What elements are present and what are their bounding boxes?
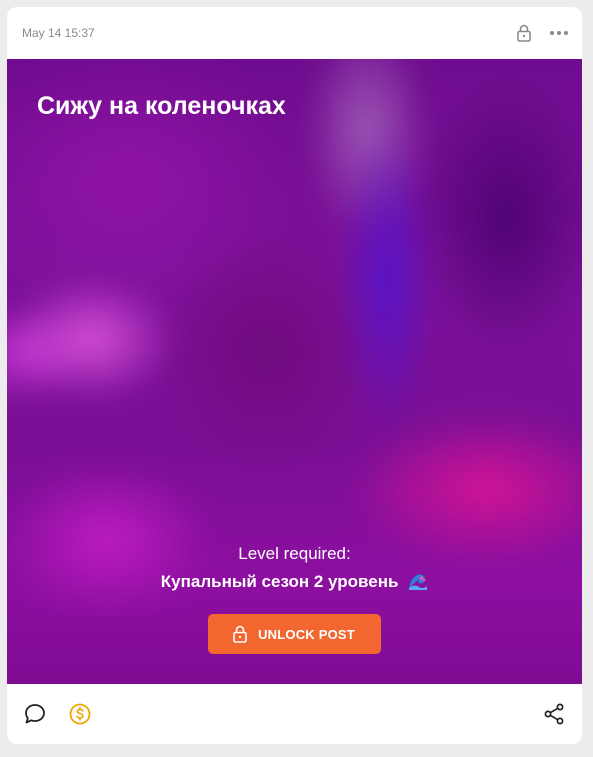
unlock-post-label: UNLOCK POST <box>258 626 355 642</box>
post-footer <box>7 684 582 744</box>
post-media-locked: Сижу на коленочках Level required: Купал… <box>7 59 582 684</box>
wave-emoji-icon <box>408 574 428 590</box>
lock-icon <box>517 24 531 42</box>
level-required-name-row: Купальный сезон 2 уровень <box>7 572 582 592</box>
comment-icon[interactable] <box>23 702 47 726</box>
level-required-label: Level required: <box>238 544 351 563</box>
post-header: May 14 15:37 <box>7 7 582 59</box>
post-title: Сижу на коленочках <box>37 92 286 120</box>
unlock-post-button[interactable]: UNLOCK POST <box>208 614 381 654</box>
lock-icon <box>233 625 247 643</box>
post-card: May 14 15:37 Сижу на коленочках Level re… <box>7 7 582 744</box>
dollar-coin-icon[interactable] <box>68 702 92 726</box>
post-timestamp: May 14 15:37 <box>22 26 95 40</box>
level-name: Купальный сезон 2 уровень <box>160 572 399 591</box>
share-icon[interactable] <box>542 702 566 726</box>
more-dots-icon[interactable] <box>547 23 571 43</box>
